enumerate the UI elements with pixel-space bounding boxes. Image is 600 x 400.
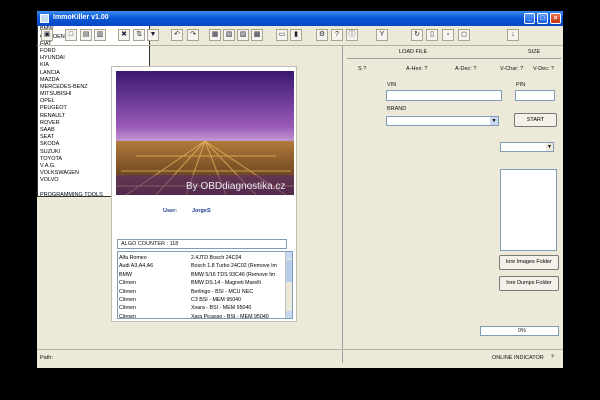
- select-icon[interactable]: ◻: [458, 29, 470, 41]
- swap-icon[interactable]: ⇅: [133, 29, 145, 41]
- brand-option[interactable]: HYUNDAI: [38, 55, 149, 62]
- redo-icon[interactable]: ↷: [187, 29, 199, 41]
- list-item[interactable]: Alfa Romeo 2.4JTD Bosch 24C04: [118, 254, 285, 262]
- algo-counter: ALGO COUNTER : 118: [121, 241, 179, 247]
- model-select[interactable]: ▼: [500, 142, 554, 152]
- save-icon[interactable]: ▥: [94, 29, 106, 41]
- algo-brand: Citroen: [119, 288, 137, 295]
- help-icon[interactable]: ?: [331, 29, 343, 41]
- images-folder-button[interactable]: lore Images Folder: [499, 255, 559, 270]
- algo-brand: Citroen: [119, 296, 137, 303]
- window-title: ImmoKiller v1.00: [53, 14, 109, 21]
- algo-brand: Citroen: [119, 305, 137, 312]
- algo-brand: Citroen: [119, 280, 137, 287]
- list-item[interactable]: Audi A3,A4,A6 Bosch 1.8 Turbo 24C02 (Remo…: [118, 262, 285, 270]
- dumps-folder-button[interactable]: lore Dumps Folder: [499, 276, 559, 291]
- algo-description: 2.4JTD Bosch 24C04: [191, 255, 242, 261]
- minimize-button[interactable]: _: [524, 13, 535, 24]
- s-label: S ?: [358, 66, 367, 72]
- algo-scrollbar[interactable]: [285, 252, 292, 318]
- user-label: User:: [163, 208, 178, 214]
- calc-icon[interactable]: ▭: [276, 29, 288, 41]
- chip-icon[interactable]: ▣: [41, 29, 53, 41]
- scroll-thumb[interactable]: [286, 260, 292, 282]
- file-info-divider: [347, 58, 561, 59]
- new-file-icon[interactable]: □: [65, 29, 77, 41]
- checksum-icon[interactable]: ▮: [290, 29, 302, 41]
- algo-list[interactable]: Alfa Romeo 2.4JTD Bosch 24C04 Audi A3,A4,A…: [117, 251, 293, 319]
- info-icon[interactable]: ⓘ: [346, 29, 358, 41]
- vin-input[interactable]: [386, 90, 502, 101]
- list-item[interactable]: Citroen Berlingo - BSI - MCU NEC: [118, 288, 285, 296]
- algo-counter-box: ALGO COUNTER : 118: [117, 239, 287, 249]
- algo-rows: Alfa Romeo 2.4JTD Bosch 24C04 Audi A3,A4,A…: [118, 254, 285, 319]
- size-label: SIZE: [528, 49, 541, 55]
- list-item[interactable]: Citroen Xara Picasso - BSI - MEM 95040: [118, 313, 285, 319]
- panel-divider: [342, 45, 343, 363]
- brand-label: BRAND: [387, 106, 407, 112]
- algo-brand: Audi A3,A4,A6: [119, 263, 154, 270]
- refresh-icon[interactable]: ↻: [411, 29, 423, 41]
- vdec-label: V-Dec: ?: [533, 66, 555, 72]
- settings-icon[interactable]: ⚙: [316, 29, 328, 41]
- vchar-label: V-Char: ?: [500, 66, 524, 72]
- scroll-up-arrow[interactable]: [286, 252, 292, 259]
- bulb-icon: ♀: [550, 353, 556, 360]
- path-label: Path:: [40, 355, 53, 361]
- title-bar[interactable]: ImmoKiller v1.00 _ □ ×: [37, 11, 563, 26]
- start-button[interactable]: START: [514, 113, 557, 127]
- left-panel: By OBDdiagnostika.cz User: JorgeS ALGO C…: [111, 66, 297, 322]
- exit-icon[interactable]: ↓: [507, 29, 519, 41]
- scroll-down-arrow[interactable]: [286, 311, 292, 318]
- copy-icon[interactable]: ▦: [209, 29, 221, 41]
- user-name: JorgeS: [192, 208, 211, 214]
- compare-icon[interactable]: ▧: [223, 29, 235, 41]
- tools-icon[interactable]: Y: [376, 29, 388, 41]
- algo-brand: Citroen: [119, 313, 137, 319]
- list-item[interactable]: Citroen BMW DS.14 - Magneti Marelli: [118, 279, 285, 287]
- open-file-icon[interactable]: ▤: [80, 29, 92, 41]
- load-file-label: LOAD FILE: [399, 49, 428, 55]
- info-textarea[interactable]: [500, 169, 557, 251]
- list-item[interactable]: Citroen Xsara - BSI - MEM 95040: [118, 304, 285, 312]
- chevron-down-icon[interactable]: ▼: [546, 143, 553, 151]
- print-icon[interactable]: ▩: [251, 29, 263, 41]
- vin-label: VIN: [387, 82, 397, 88]
- pin-input[interactable]: [515, 90, 555, 101]
- algo-description: BMW 5/16 TDS 93C46 (Remove Im: [191, 271, 276, 278]
- brand-select[interactable]: ▼: [386, 116, 499, 126]
- erase-icon[interactable]: ✖: [118, 29, 130, 41]
- hex-icon[interactable]: ▯: [426, 29, 438, 41]
- algo-description: Xsara - BSI - MEM 95040: [191, 305, 252, 312]
- filter-icon[interactable]: ▼: [147, 29, 159, 41]
- view-icon[interactable]: ▨: [237, 29, 249, 41]
- maximize-button[interactable]: □: [537, 13, 548, 24]
- algo-description: Bosch 1.8 Turbo 24C02 (Remove Im: [191, 263, 277, 270]
- algo-description: C3 BSI - MEM 95040: [191, 296, 242, 303]
- progress-bar: 0%: [480, 326, 559, 336]
- banner-watermark: By OBDdiagnostika.cz: [186, 181, 286, 192]
- app-window: ImmoKiller v1.00 _ □ × ▣ □ ▤ ▥ ✖ ⇅ ▼ ↶ ↷ ▦ ▧ ▨ ▩ ▭ ▮ ⚙?…: [37, 11, 563, 368]
- progress-text: 0%: [518, 328, 526, 334]
- algo-description: BMW DS.14 - Magneti Marelli: [191, 280, 261, 287]
- adec-label: A-Dec: ?: [455, 66, 477, 72]
- algo-brand: Alfa Romeo: [119, 255, 147, 261]
- online-indicator-label: ONLINE INDICATOR: [492, 355, 544, 361]
- algo-brand: BMW: [119, 271, 132, 278]
- toolbar: ▣ □ ▤ ▥ ✖ ⇅ ▼ ↶ ↷ ▦ ▧ ▨ ▩ ▭ ▮ ⚙? ⓘ Y ↻ ▯ ▫ ◻ ↓: [37, 26, 563, 46]
- folder-icon[interactable]: ▫: [442, 29, 454, 41]
- undo-icon[interactable]: ↶: [171, 29, 183, 41]
- algo-description: Xara Picasso - BSI - MEM 95040: [191, 313, 269, 319]
- list-item[interactable]: Citroen C3 BSI - MEM 95040: [118, 296, 285, 304]
- ahex-label: A-Hex: ?: [406, 66, 428, 72]
- banner-image: By OBDdiagnostika.cz: [116, 71, 294, 195]
- list-item[interactable]: BMW BMW 5/16 TDS 93C46 (Remove Im: [118, 271, 285, 279]
- close-button[interactable]: ×: [550, 13, 561, 24]
- algo-description: Berlingo - BSI - MCU NEC: [191, 288, 254, 295]
- chevron-down-icon[interactable]: ▼: [490, 117, 498, 125]
- pin-label: PIN: [516, 82, 526, 88]
- brand-option[interactable]: FORD: [38, 48, 149, 55]
- app-icon: [40, 14, 49, 23]
- status-bar: Path: ONLINE INDICATOR ♀: [37, 349, 563, 368]
